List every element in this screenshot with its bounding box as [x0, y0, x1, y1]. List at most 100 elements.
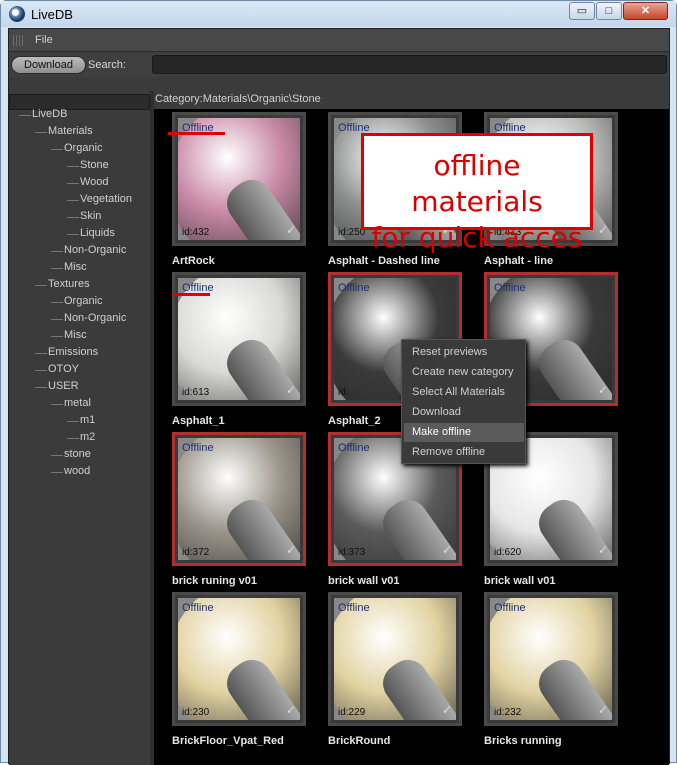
offline-badge: Offline	[182, 442, 214, 454]
app-logo-icon	[9, 6, 25, 22]
tree-item[interactable]: Liquids	[80, 227, 115, 239]
material-name: BrickFloor_Vpat_Red	[172, 735, 284, 747]
title-bar[interactable]: LiveDB ▭ □ ✕	[1, 1, 676, 27]
tree-item[interactable]: USER	[48, 380, 79, 392]
context-menu-item[interactable]: Select All Materials	[404, 383, 524, 402]
checkmark-icon: ✓	[285, 223, 296, 237]
tree-connector	[51, 251, 63, 252]
context-menu-item[interactable]: Reset previews	[404, 343, 524, 362]
grip-icon[interactable]	[13, 35, 25, 46]
tree-item[interactable]: Vegetation	[80, 193, 132, 205]
material-id: id:372	[182, 547, 210, 558]
checkmark-icon: ✓	[441, 543, 452, 557]
menu-file[interactable]: File	[35, 34, 53, 46]
material-preview: Offline id:432 ✓	[178, 118, 300, 240]
tree-item[interactable]: m2	[80, 431, 95, 443]
material-name: Bricks running	[484, 735, 562, 747]
context-menu-item[interactable]: Download	[404, 403, 524, 422]
tree-item[interactable]: Materials	[48, 125, 93, 137]
material-preview: Offline id:613 ✓	[178, 278, 300, 400]
menu-bar: File	[9, 29, 669, 52]
tree-item[interactable]: LiveDB	[32, 108, 67, 120]
tree-item[interactable]: OTOY	[48, 363, 79, 375]
offline-badge: Offline	[338, 282, 370, 294]
checkmark-icon: ✓	[597, 223, 608, 237]
tree-connector	[51, 472, 63, 473]
material-tile[interactable]: Offline id:229 ✓	[328, 592, 462, 726]
tree-connector	[51, 319, 63, 320]
material-name: brick runing v01	[172, 575, 257, 587]
tree-item[interactable]: Emissions	[48, 346, 98, 358]
tree-connector	[51, 268, 63, 269]
tree-connector	[35, 370, 47, 371]
tree-item[interactable]: Misc	[64, 261, 87, 273]
material-id: id:432	[182, 227, 210, 238]
callout-line-1: offline materials	[411, 149, 543, 218]
checkmark-icon: ✓	[285, 543, 296, 557]
material-name: brick wall v01	[328, 575, 400, 587]
material-id: id:230	[182, 707, 210, 718]
toolbar: Download Search:	[9, 53, 669, 77]
callout-line-2: for quick acces	[371, 221, 583, 254]
material-name: Asphalt - line	[484, 255, 554, 267]
material-id: id:	[338, 387, 349, 398]
tree-item[interactable]: wood	[64, 465, 90, 477]
tree-item[interactable]: Stone	[80, 159, 109, 171]
material-id: id:373	[338, 547, 366, 558]
search-input[interactable]	[152, 55, 667, 74]
tree-connector	[67, 183, 79, 184]
tree-connector	[67, 217, 79, 218]
tree-item[interactable]: Non-Organic	[64, 312, 126, 324]
tree-connector	[67, 438, 79, 439]
material-tile[interactable]: Offline id:232 ✓	[484, 592, 618, 726]
search-label: Search:	[88, 59, 126, 71]
tree-connector	[35, 132, 47, 133]
tree-connector	[35, 285, 47, 286]
material-name: ArtRock	[172, 255, 215, 267]
material-tile[interactable]: Offline id:372 ✓	[172, 432, 306, 566]
tree-connector	[67, 421, 79, 422]
checkmark-icon: ✓	[285, 383, 296, 397]
tree-connector	[67, 234, 79, 235]
tree-item[interactable]: metal	[64, 397, 91, 409]
context-menu-item[interactable]: Make offline	[404, 423, 524, 442]
close-button[interactable]: ✕	[623, 2, 668, 20]
material-id: id:620	[494, 547, 522, 558]
tree-item[interactable]: m1	[80, 414, 95, 426]
offline-badge: Offline	[338, 602, 370, 614]
checkmark-icon: ✓	[597, 543, 608, 557]
checkmark-icon: ✓	[441, 703, 452, 717]
material-preview: Offline id:230 ✓	[178, 598, 300, 720]
tree-connector	[67, 200, 79, 201]
download-button[interactable]: Download	[11, 56, 86, 74]
tree-filter-input[interactable]	[9, 94, 150, 110]
tree-connector	[51, 404, 63, 405]
tree-item[interactable]: Misc	[64, 329, 87, 341]
tree-item[interactable]: Organic	[64, 295, 103, 307]
annotation-callout: offline materials for quick acces	[361, 133, 593, 254]
tree-item[interactable]: Wood	[80, 176, 109, 188]
tree-item[interactable]: Organic	[64, 142, 103, 154]
breadcrumb: Category:Materials\Organic\Stone	[155, 93, 321, 105]
window-title: LiveDB	[31, 7, 73, 22]
material-preview: Offline id:229 ✓	[334, 598, 456, 720]
annotation-underline	[172, 293, 210, 296]
tree-connector	[35, 387, 47, 388]
tree-item[interactable]: Skin	[80, 210, 101, 222]
offline-badge: Offline	[494, 602, 526, 614]
annotation-underline	[168, 132, 225, 135]
tree-connector	[67, 166, 79, 167]
tree-item[interactable]: Textures	[48, 278, 90, 290]
context-menu-item[interactable]: Remove offline	[404, 443, 524, 462]
material-tile[interactable]: Offline id:230 ✓	[172, 592, 306, 726]
tree-connector	[19, 115, 31, 116]
material-name: Asphalt_2	[328, 415, 381, 427]
context-menu-item[interactable]: Create new category	[404, 363, 524, 382]
tree-item[interactable]: Non-Organic	[64, 244, 126, 256]
livedb-window: LiveDB ▭ □ ✕ File Download Search: LiveD…	[0, 0, 677, 765]
tree-item[interactable]: stone	[64, 448, 91, 460]
minimize-button[interactable]: ▭	[569, 2, 595, 20]
maximize-button[interactable]: □	[596, 2, 622, 20]
offline-badge: Offline	[182, 602, 214, 614]
material-name: Asphalt_1	[172, 415, 225, 427]
